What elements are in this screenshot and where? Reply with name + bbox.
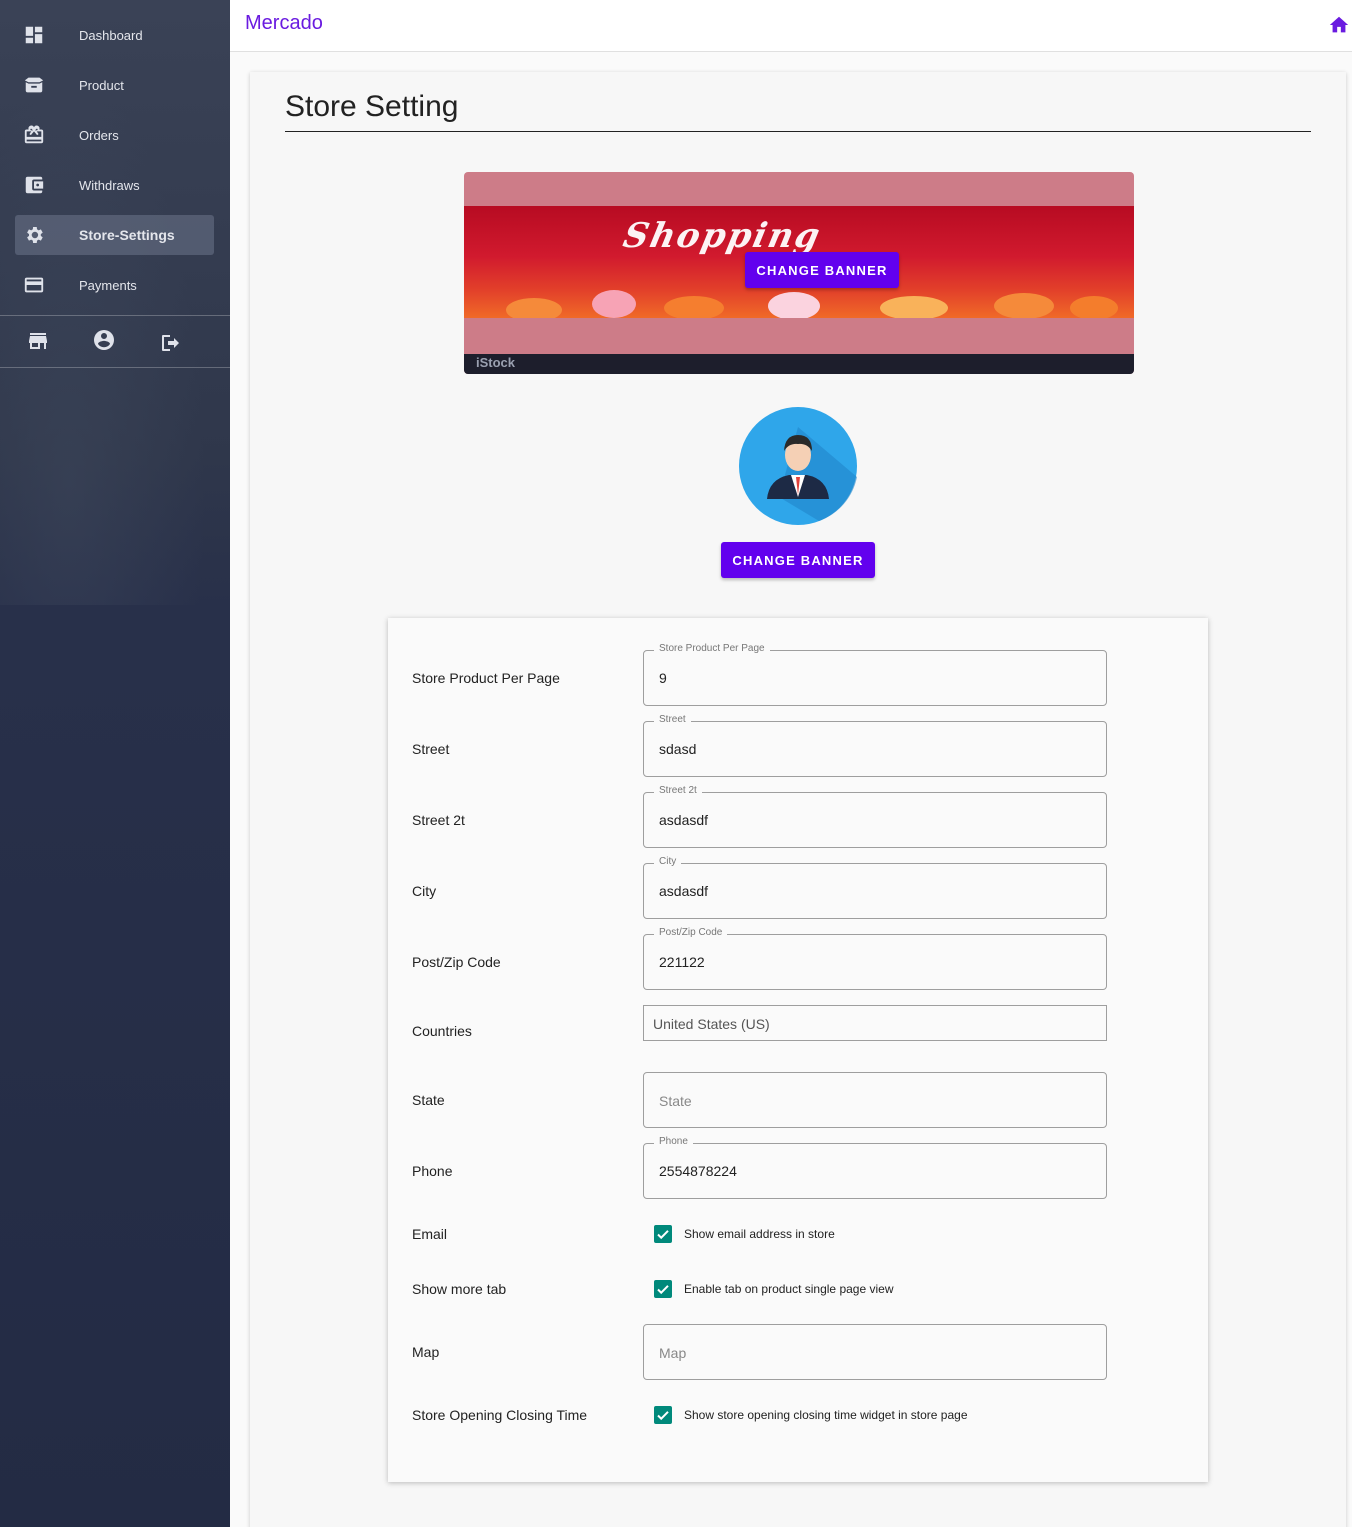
dashboard-icon (25, 26, 43, 44)
street2-field[interactable]: Street 2t asdasdf (643, 785, 1107, 848)
box-icon (24, 77, 44, 93)
street2-label: Street 2t (412, 812, 465, 828)
sidebar-item-store-settings[interactable]: Store-Settings (15, 215, 214, 255)
opening-time-label: Store Opening Closing Time (412, 1407, 588, 1423)
countries-label: Countries (412, 1023, 472, 1039)
city-label: City (412, 883, 437, 899)
store-settings-form: Store Product Per Page Store Product Per… (388, 618, 1208, 1482)
store-icon[interactable] (26, 329, 50, 353)
field-legend: Street (654, 714, 691, 725)
page-title: Store Setting (285, 90, 459, 123)
email-checkbox-label[interactable]: Show email address in store (684, 1227, 835, 1241)
field-value: asdasdf (659, 812, 709, 828)
sidebar-item-label: Orders (79, 127, 119, 143)
sidebar-item-label: Dashboard (79, 27, 143, 43)
zip-field[interactable]: Post/Zip Code 221122 (643, 927, 1107, 990)
sidebar-divider (0, 315, 230, 316)
gift-icon (24, 125, 44, 144)
phone-label: Phone (412, 1163, 453, 1179)
more-tab-label: Show more tab (412, 1281, 507, 1297)
store-settings-panel: Store Setting Shopping iStock CHANGE BAN… (250, 72, 1346, 1527)
brand-title[interactable]: Mercado (245, 12, 323, 35)
street-label: Street (412, 741, 450, 757)
select-value: United States (US) (653, 1016, 770, 1032)
countries-select[interactable]: United States (US) (643, 1005, 1107, 1041)
state-label: State (412, 1092, 445, 1108)
map-field[interactable]: Map (643, 1324, 1107, 1380)
field-placeholder: State (659, 1093, 692, 1109)
sidebar-item-label: Payments (79, 277, 137, 293)
sidebar: Dashboard Product Orders Withdraws Store… (0, 0, 230, 1527)
field-value: asdasdf (659, 883, 709, 899)
field-value: 221122 (659, 954, 705, 970)
sidebar-item-label: Product (79, 77, 124, 93)
field-legend: Store Product Per Page (654, 643, 770, 654)
sidebar-item-label: Withdraws (79, 177, 140, 193)
more-tab-checkbox-label[interactable]: Enable tab on product single page view (684, 1282, 893, 1296)
field-legend: Phone (654, 1136, 693, 1147)
more-tab-checkbox[interactable] (654, 1280, 672, 1298)
title-divider (285, 131, 1311, 132)
store-product-per-page-label: Store Product Per Page (412, 670, 560, 686)
zip-label: Post/Zip Code (412, 954, 501, 970)
store-product-per-page-field[interactable]: Store Product Per Page 9 (643, 643, 1107, 706)
top-app-bar: Mercado (230, 0, 1352, 52)
sidebar-divider (0, 367, 230, 368)
account-icon[interactable] (92, 328, 116, 352)
field-placeholder: Map (659, 1345, 687, 1361)
field-legend: Street 2t (654, 785, 702, 796)
email-checkbox[interactable] (654, 1225, 672, 1243)
email-label: Email (412, 1226, 448, 1242)
banner-text: Shopping (619, 216, 826, 256)
street-field[interactable]: Street sdasd (643, 714, 1107, 777)
banner-footer-strip (464, 354, 1134, 374)
store-avatar (739, 407, 857, 525)
sidebar-item-orders[interactable]: Orders (15, 115, 214, 155)
field-value: 9 (659, 670, 667, 686)
store-banner: Shopping iStock CHANGE BANNER (464, 172, 1134, 374)
gear-icon (27, 227, 43, 243)
change-avatar-button[interactable]: CHANGE BANNER (721, 542, 875, 578)
sidebar-item-payments[interactable]: Payments (15, 265, 214, 305)
sidebar-item-label: Store-Settings (79, 227, 175, 243)
banner-watermark: iStock (476, 355, 516, 370)
home-icon[interactable] (1328, 14, 1350, 36)
sidebar-item-dashboard[interactable]: Dashboard (15, 15, 214, 55)
field-legend: Post/Zip Code (654, 927, 728, 938)
change-banner-button[interactable]: CHANGE BANNER (745, 252, 899, 288)
opening-time-checkbox[interactable] (654, 1406, 672, 1424)
field-legend: City (654, 856, 682, 867)
phone-field[interactable]: Phone 2554878224 (643, 1136, 1107, 1199)
wallet-icon (25, 176, 44, 194)
logout-icon[interactable] (158, 331, 182, 355)
credit-card-icon (24, 277, 44, 293)
sidebar-item-withdraws[interactable]: Withdraws (15, 165, 214, 205)
state-field[interactable]: State (643, 1072, 1107, 1128)
field-value: 2554878224 (659, 1163, 737, 1179)
map-label: Map (412, 1344, 440, 1360)
sidebar-item-product[interactable]: Product (15, 65, 214, 105)
field-value: sdasd (659, 741, 697, 757)
city-field[interactable]: City asdasdf (643, 856, 1107, 919)
opening-time-checkbox-label[interactable]: Show store opening closing time widget i… (684, 1408, 968, 1422)
